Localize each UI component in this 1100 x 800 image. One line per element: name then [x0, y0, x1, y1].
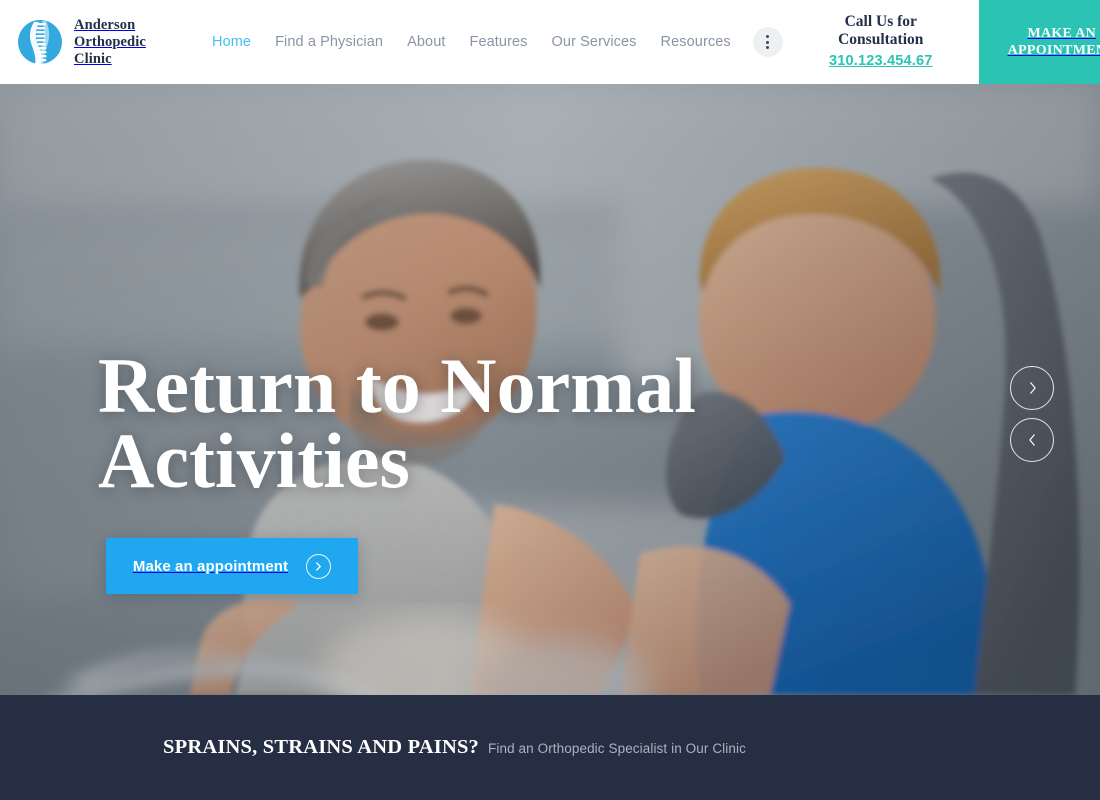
- dot: [766, 46, 770, 49]
- make-an-appointment-button[interactable]: MAKE AN APPOINTMENT: [978, 0, 1100, 84]
- appointment-label-line2: APPOINTMENT: [1007, 43, 1100, 58]
- nav-item-resources[interactable]: Resources: [649, 34, 743, 50]
- nav-item-find-a-physician[interactable]: Find a Physician: [263, 34, 395, 50]
- make-an-appointment-label: MAKE AN APPOINTMENT: [1008, 25, 1100, 59]
- dot: [766, 40, 770, 44]
- vertical-dots-icon[interactable]: [752, 27, 783, 57]
- bottom-bar-subtext: Find an Orthopedic Specialist in Our Cli…: [488, 741, 746, 756]
- hero-cta-label: Make an appointment: [132, 557, 289, 575]
- dot: [766, 35, 770, 38]
- call-us-title: Call Us for Consultation: [838, 13, 923, 49]
- call-us-title-line1: Call Us for: [844, 13, 917, 30]
- arrow-right-circle-icon: [306, 553, 332, 579]
- page-root: Anderson Orthopedic Clinic Home Find a P…: [0, 0, 1100, 800]
- site-header: Anderson Orthopedic Clinic Home Find a P…: [0, 0, 1100, 84]
- chevron-right-icon: [1028, 381, 1037, 395]
- hero-headline-line2: Activities: [98, 417, 410, 504]
- brand-name-line3: Clinic: [74, 50, 112, 67]
- hero-slider: Return to Normal Activities Make an appo…: [0, 84, 1100, 695]
- nav-item-about[interactable]: About: [395, 34, 457, 50]
- chevron-left-icon: [1028, 433, 1037, 447]
- brand-logo-link[interactable]: Anderson Orthopedic Clinic: [0, 0, 200, 84]
- hero-slider-controls: [1010, 366, 1054, 462]
- bottom-bar-text: SPRAINS, STRAINS AND PAINS? Find an Orth…: [163, 736, 746, 759]
- nav-item-home[interactable]: Home: [200, 34, 263, 50]
- main-navigation: Home Find a Physician About Features Our…: [200, 0, 783, 84]
- slider-next-button[interactable]: [1010, 366, 1054, 410]
- appointment-label-line1: MAKE AN: [1027, 26, 1097, 41]
- spine-logo-icon: [16, 16, 64, 68]
- slider-prev-button[interactable]: [1010, 418, 1054, 462]
- brand-name-line1: Anderson: [74, 16, 136, 33]
- bottom-bar-headline: SPRAINS, STRAINS AND PAINS?: [163, 736, 480, 758]
- brand-name: Anderson Orthopedic Clinic: [74, 17, 146, 68]
- phone-number-link[interactable]: 310.123.454.67: [829, 53, 933, 69]
- bottom-cta-bar: SPRAINS, STRAINS AND PAINS? Find an Orth…: [0, 695, 1100, 800]
- hero-headline: Return to Normal Activities: [98, 347, 778, 500]
- call-us-title-line2: Consultation: [838, 31, 924, 48]
- nav-item-features[interactable]: Features: [458, 34, 540, 50]
- hero-content: Return to Normal Activities Make an appo…: [98, 84, 798, 695]
- call-us-block: Call Us for Consultation 310.123.454.67: [783, 0, 979, 84]
- hero-make-appointment-button[interactable]: Make an appointment: [106, 538, 358, 594]
- nav-item-our-services[interactable]: Our Services: [540, 34, 649, 50]
- hero-headline-line1: Return to Normal: [98, 342, 696, 429]
- brand-name-line2: Orthopedic: [74, 33, 146, 50]
